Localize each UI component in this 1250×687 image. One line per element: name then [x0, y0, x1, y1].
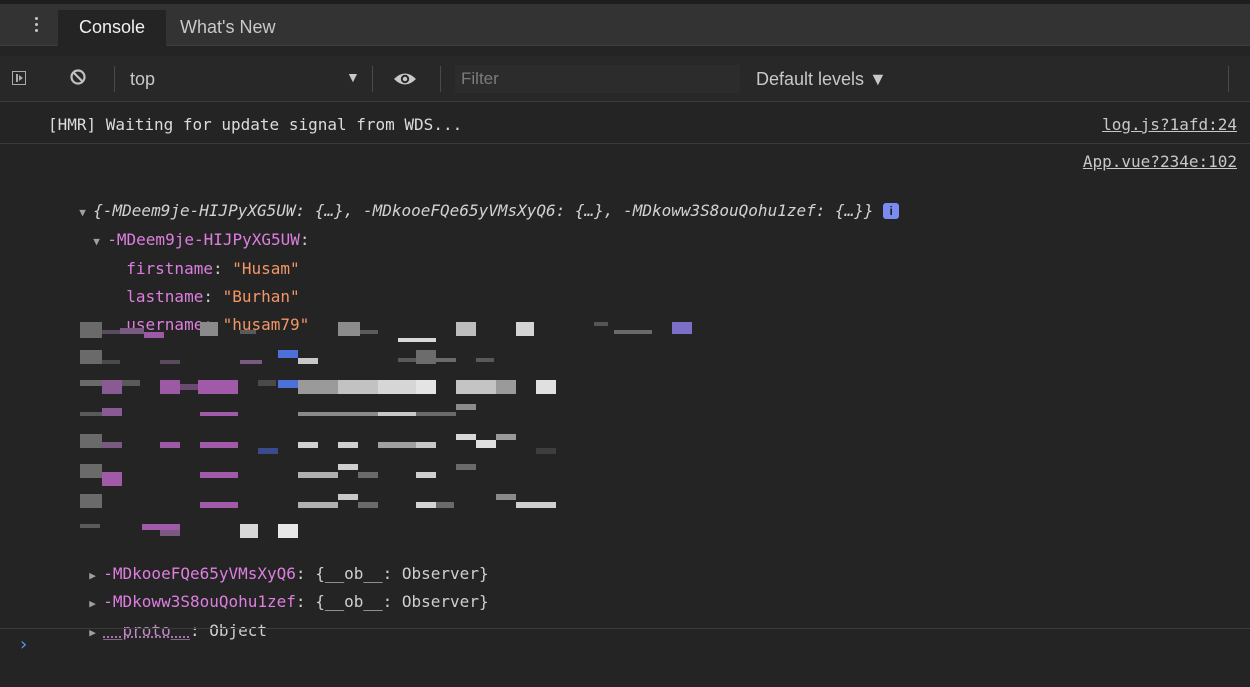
- info-icon[interactable]: i: [883, 203, 900, 219]
- context-selector[interactable]: top: [130, 69, 155, 90]
- more-options-icon[interactable]: [26, 17, 46, 37]
- message-text: [HMR] Waiting for update signal from WDS…: [48, 115, 463, 134]
- proto-row[interactable]: ▶ __proto__: Object: [70, 602, 267, 640]
- console-prompt-icon[interactable]: ›: [20, 634, 27, 655]
- console-toolbar: top ▼ Default levels ▼: [0, 56, 1250, 102]
- context-dropdown-arrow-icon[interactable]: ▼: [346, 69, 360, 85]
- toolbar-divider: [1228, 66, 1229, 92]
- toolbar-divider: [372, 66, 373, 92]
- property-value: : {__ob__: Observer}: [295, 592, 489, 611]
- toolbar-divider: [440, 66, 441, 92]
- drawer-tab-bar: Console What's New: [0, 0, 1250, 46]
- show-sidebar-icon[interactable]: [12, 71, 26, 85]
- source-link[interactable]: log.js?1afd:24: [1102, 115, 1237, 134]
- proto-key: __proto__: [103, 621, 190, 640]
- console-divider: [0, 628, 1250, 629]
- redacted-content: [80, 318, 720, 538]
- live-expression-eye-icon[interactable]: [392, 69, 418, 89]
- filter-input[interactable]: [455, 65, 740, 93]
- clear-console-icon[interactable]: [68, 67, 88, 87]
- expand-triangle-icon[interactable]: ▼: [93, 235, 107, 248]
- source-link[interactable]: App.vue?234e:102: [1083, 152, 1237, 171]
- proto-value: : Object: [189, 621, 268, 640]
- toolbar-divider: [114, 66, 115, 92]
- log-levels-dropdown[interactable]: Default levels ▼: [756, 69, 887, 90]
- tab-whats-new[interactable]: What's New: [168, 10, 302, 46]
- console-message-hmr: [HMR] Waiting for update signal from WDS…: [0, 102, 1250, 144]
- tab-console[interactable]: Console: [58, 10, 166, 46]
